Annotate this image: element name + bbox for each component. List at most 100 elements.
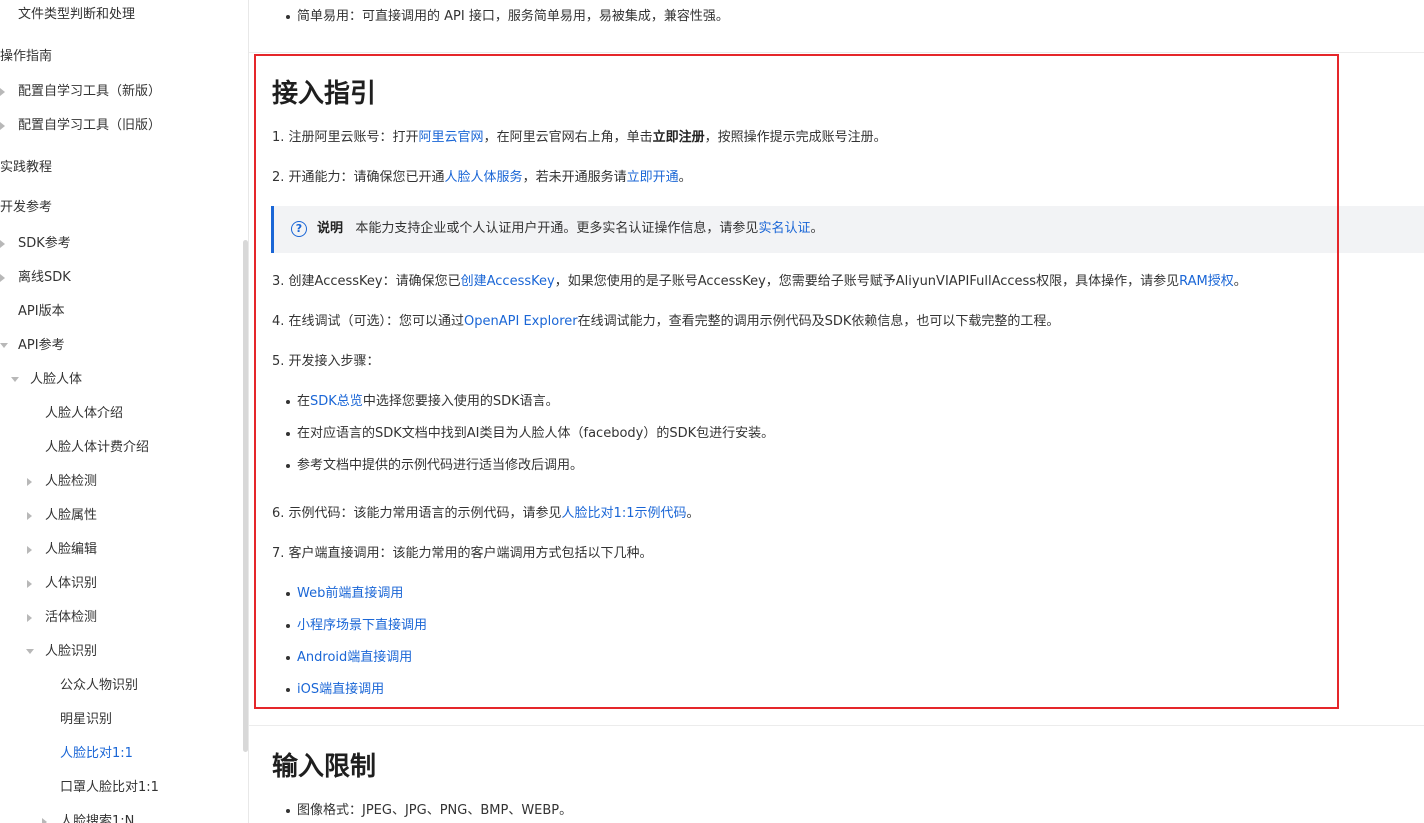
link-ios-client[interactable]: iOS端直接调用 — [297, 681, 384, 699]
link-sample-code[interactable]: 人脸比对1:1示例代码 — [562, 506, 687, 521]
sidebar-item-face-detect[interactable]: 人脸检测 — [45, 474, 97, 490]
sidebar-item-guide[interactable]: 操作指南 — [0, 49, 52, 65]
sidebar-item-dev-ref[interactable]: 开发参考 — [0, 200, 52, 216]
chevron-down-icon[interactable] — [26, 649, 34, 654]
step-4-text: 4. 在线调试（可选）：您可以通过 — [272, 314, 465, 329]
chevron-right-icon[interactable] — [0, 88, 5, 96]
sidebar-item-body-recog[interactable]: 人体识别 — [45, 576, 97, 592]
link-create-accesskey[interactable]: 创建AccessKey — [461, 274, 555, 289]
link-aliyun-site[interactable]: 阿里云官网 — [419, 130, 484, 145]
sidebar-item-facebody-pricing[interactable]: 人脸人体计费介绍 — [45, 440, 149, 456]
bullet-icon — [286, 809, 290, 813]
sidebar-item-mask-compare[interactable]: 口罩人脸比对1:1 — [60, 780, 159, 796]
link-openapi-explorer[interactable]: OpenAPI Explorer — [464, 314, 578, 329]
note-text: 。 — [810, 221, 824, 236]
step-2-text: 2. 开通能力：请确保您已开通 — [272, 170, 445, 185]
sidebar-item-liveness[interactable]: 活体检测 — [45, 610, 97, 626]
chevron-right-icon[interactable] — [27, 614, 32, 622]
step-1-text: ，按照操作提示完成账号注册。 — [704, 130, 887, 145]
section-title-input-limits: 输入限制 — [272, 752, 377, 782]
chevron-down-icon[interactable] — [11, 377, 19, 382]
bullet-icon — [286, 688, 290, 692]
step-5-bullet-3: 参考文档中提供的示例代码进行适当修改后调用。 — [297, 458, 584, 473]
chevron-right-icon[interactable] — [0, 274, 5, 282]
chevron-right-icon[interactable] — [42, 818, 47, 823]
chevron-right-icon[interactable] — [27, 580, 32, 588]
chevron-down-icon[interactable] — [0, 343, 8, 348]
step-2-text: ，若未开通服务请 — [522, 170, 627, 185]
bullet-icon — [286, 592, 290, 596]
bullet-icon — [286, 15, 290, 19]
sidebar-item-api-version[interactable]: API版本 — [18, 304, 65, 320]
chevron-right-icon[interactable] — [0, 240, 5, 248]
bullet-icon — [286, 400, 290, 404]
highlight-box — [254, 54, 1339, 709]
link-activate-now[interactable]: 立即开通 — [627, 170, 679, 185]
sidebar-item-public-figure[interactable]: 公众人物识别 — [60, 678, 138, 694]
step-1: 1. 注册阿里云账号：打开阿里云官网，在阿里云官网右上角，单击立即注册，按照操作… — [272, 129, 887, 147]
chevron-right-icon[interactable] — [27, 512, 32, 520]
note-text: 本能力支持企业或个人认证用户开通。更多实名认证操作信息，请参见 — [355, 221, 759, 236]
bullet-icon — [286, 432, 290, 436]
sidebar-item-face-search[interactable]: 人脸搜索1:N — [60, 814, 134, 823]
section-divider — [249, 52, 1424, 53]
sidebar-item-tutorial[interactable]: 实践教程 — [0, 160, 52, 176]
link-ram-auth[interactable]: RAM授权 — [1179, 274, 1234, 289]
step-5: 5. 开发接入步骤： — [272, 354, 380, 369]
step-3-text: 。 — [1233, 274, 1247, 289]
step-6: 6. 示例代码：该能力常用语言的示例代码，请参见人脸比对1:1示例代码。 — [272, 505, 700, 523]
step-6-text: 6. 示例代码：该能力常用语言的示例代码，请参见 — [272, 506, 562, 521]
step-3: 3. 创建AccessKey：请确保您已创建AccessKey，如果您使用的是子… — [272, 273, 1247, 291]
sidebar-item-celebrity[interactable]: 明星识别 — [60, 712, 112, 728]
input-format-text: 图像格式：JPEG、JPG、PNG、BMP、WEBP。 — [297, 803, 573, 818]
link-web-client[interactable]: Web前端直接调用 — [297, 585, 403, 603]
sidebar-item-facebody[interactable]: 人脸人体 — [30, 372, 82, 388]
sidebar-item-face-recog[interactable]: 人脸识别 — [45, 644, 97, 660]
step-7: 7. 客户端直接调用：该能力常用的客户端调用方式包括以下几种。 — [272, 546, 653, 561]
link-facebody-service[interactable]: 人脸人体服务 — [445, 170, 523, 185]
sidebar-item-face-edit[interactable]: 人脸编辑 — [45, 542, 97, 558]
sidebar-scrollbar[interactable] — [243, 240, 248, 752]
step-4: 4. 在线调试（可选）：您可以通过OpenAPI Explorer在线调试能力，… — [272, 313, 1059, 331]
chevron-right-icon[interactable] — [27, 546, 32, 554]
sidebar-item-api-ref[interactable]: API参考 — [18, 338, 65, 354]
step-1-text: ，在阿里云官网右上角，单击 — [483, 130, 653, 145]
link-android-client[interactable]: Android端直接调用 — [297, 649, 412, 667]
step-2: 2. 开通能力：请确保您已开通人脸人体服务，若未开通服务请立即开通。 — [272, 169, 692, 187]
section-divider — [249, 725, 1424, 726]
section-title-access-guide: 接入指引 — [272, 79, 377, 109]
link-sdk-overview[interactable]: SDK总览 — [310, 394, 363, 409]
step-1-bold: 立即注册 — [652, 130, 705, 145]
step-5-bullet-2: 在对应语言的SDK文档中找到AI类目为人脸人体（facebody）的SDK包进行… — [297, 426, 775, 441]
step-4-text: 在线调试能力，查看完整的调用示例代码及SDK依赖信息，也可以下载完整的工程。 — [577, 314, 1060, 329]
link-miniprogram-client[interactable]: 小程序场景下直接调用 — [297, 617, 427, 635]
sidebar-item-facebody-intro[interactable]: 人脸人体介绍 — [45, 406, 123, 422]
step-6-text: 。 — [686, 506, 700, 521]
sidebar-item-offline-sdk[interactable]: 离线SDK — [18, 270, 71, 286]
step-3-text: ，如果您使用的是子账号AccessKey，您需要给子账号赋予AliyunVIAP… — [554, 274, 1180, 289]
bullet-icon — [286, 464, 290, 468]
link-realname-auth[interactable]: 实名认证 — [758, 221, 810, 236]
step-2-text: 。 — [678, 170, 692, 185]
feature-text: 简单易用：可直接调用的 API 接口，服务简单易用，易被集成，兼容性强。 — [297, 9, 729, 24]
step-3-text: 3. 创建AccessKey：请确保您已 — [272, 274, 461, 289]
note-content: 说明 本能力支持企业或个人认证用户开通。更多实名认证操作信息，请参见实名认证。 — [317, 220, 823, 238]
step-5-bullet-1: 在SDK总览中选择您要接入使用的SDK语言。 — [297, 393, 559, 411]
note-label: 说明 — [317, 221, 344, 236]
sidebar-item-face-attr[interactable]: 人脸属性 — [45, 508, 97, 524]
sidebar-nav: 文件类型判断和处理 操作指南 配置自学习工具（新版） 配置自学习工具（旧版） 实… — [0, 0, 249, 823]
bullet-text: 中选择您要接入使用的SDK语言。 — [362, 394, 559, 409]
note-box: ? 说明 本能力支持企业或个人认证用户开通。更多实名认证操作信息，请参见实名认证… — [271, 206, 1424, 253]
step-1-text: 1. 注册阿里云账号：打开 — [272, 130, 419, 145]
chevron-right-icon[interactable] — [0, 122, 5, 130]
bullet-icon — [286, 656, 290, 660]
sidebar-item-face-compare[interactable]: 人脸比对1:1 — [60, 746, 133, 762]
bullet-text: 在 — [297, 394, 311, 409]
bullet-icon — [286, 624, 290, 628]
sidebar-item-file-type[interactable]: 文件类型判断和处理 — [18, 7, 135, 23]
sidebar-item-selflearn-new[interactable]: 配置自学习工具（新版） — [18, 84, 161, 100]
sidebar-item-sdk[interactable]: SDK参考 — [18, 236, 71, 252]
chevron-right-icon[interactable] — [27, 478, 32, 486]
sidebar-item-selflearn-old[interactable]: 配置自学习工具（旧版） — [18, 118, 161, 134]
help-circle-icon: ? — [291, 221, 307, 237]
